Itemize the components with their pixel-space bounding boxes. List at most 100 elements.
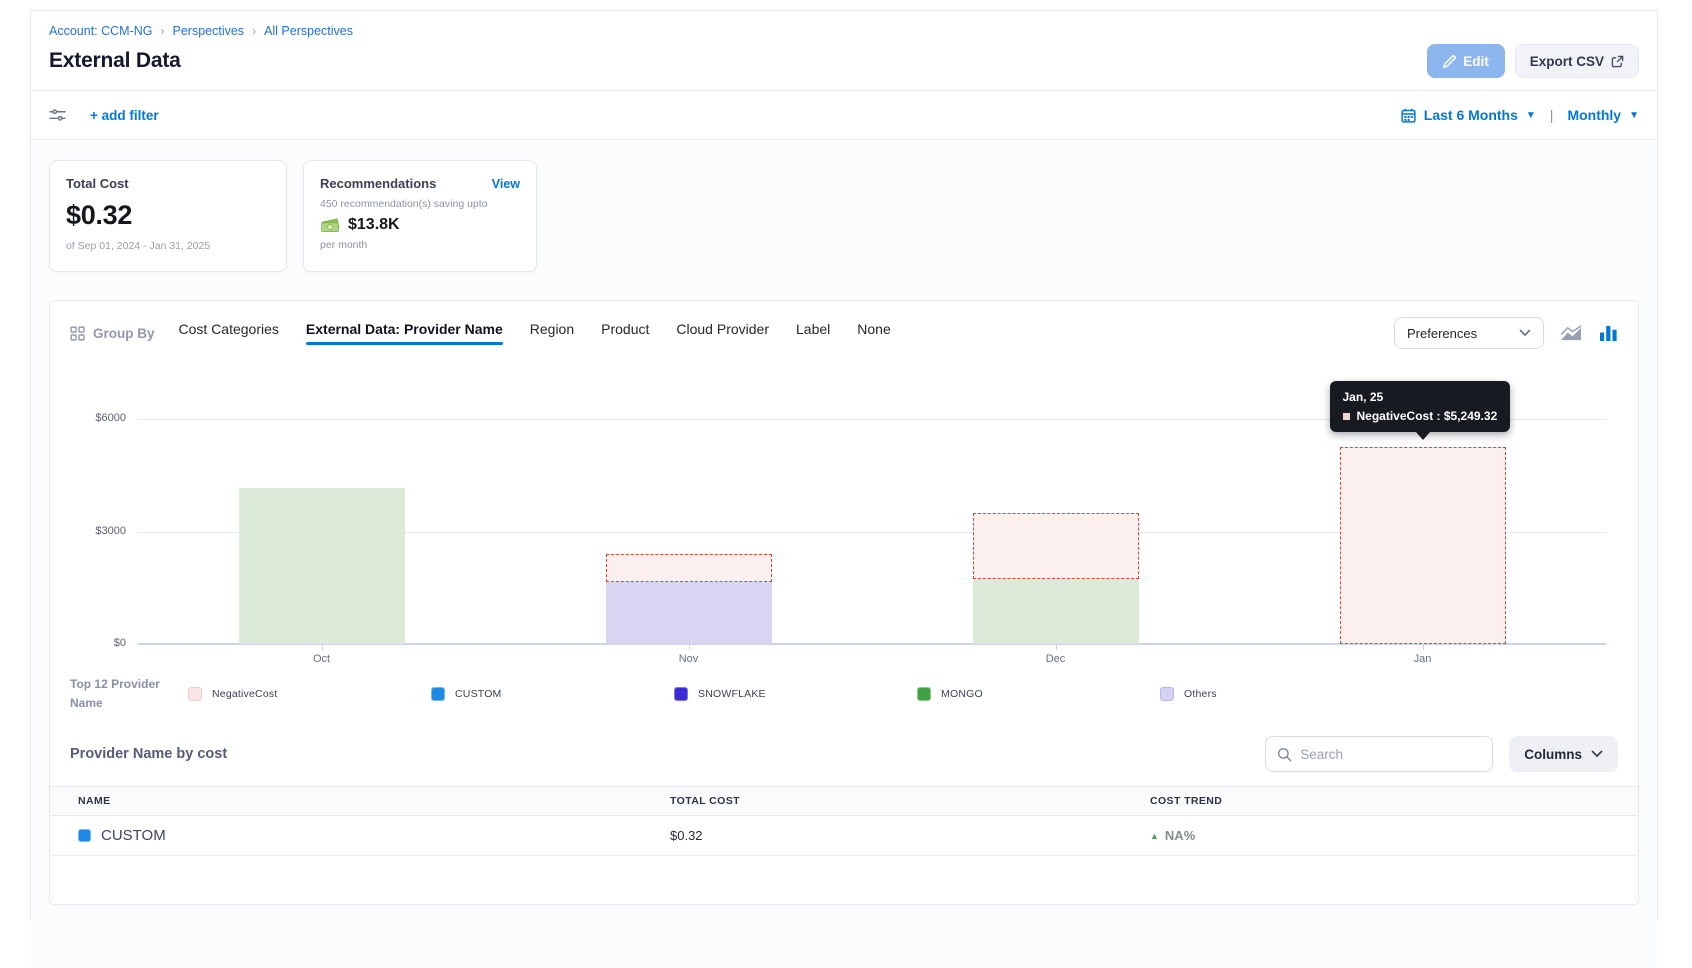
preferences-dropdown[interactable]: Preferences xyxy=(1394,317,1544,349)
legend-item-negativecost[interactable]: NegativeCost xyxy=(188,687,431,701)
x-axis-label-dec: Dec xyxy=(1046,653,1066,665)
add-filter-button[interactable]: + add filter xyxy=(90,108,159,123)
chevron-down-icon[interactable]: ▼ xyxy=(1526,110,1536,121)
table-toolbar: Provider Name by cost Columns xyxy=(70,736,1618,772)
edit-button-label: Edit xyxy=(1463,54,1489,69)
x-axis-tick xyxy=(322,645,323,650)
recommendations-savings: $13.8K xyxy=(348,216,400,234)
filter-bar: + add filter Last 6 Months ▼ | Monthly ▼ xyxy=(31,90,1657,140)
external-link-icon xyxy=(1611,55,1624,68)
x-axis-label-nov: Nov xyxy=(679,653,699,665)
tab-product[interactable]: Product xyxy=(601,321,649,345)
tab-none[interactable]: None xyxy=(857,321,890,345)
row-total-cost: $0.32 xyxy=(650,828,1130,843)
table-search[interactable] xyxy=(1265,736,1493,772)
export-csv-label: Export CSV xyxy=(1530,54,1604,69)
table-row-custom[interactable]: CUSTOM$0.32▲NA% xyxy=(50,816,1638,856)
time-range-dropdown[interactable]: Last 6 Months xyxy=(1424,107,1518,123)
preferences-label: Preferences xyxy=(1407,326,1477,341)
row-cost-trend: NA% xyxy=(1165,828,1195,843)
granularity-dropdown[interactable]: Monthly xyxy=(1567,107,1621,123)
pencil-icon xyxy=(1443,55,1456,68)
perspective-panel: Group By Cost Categories External Data: P… xyxy=(49,300,1639,905)
others-swatch-icon xyxy=(1160,687,1174,701)
total-cost-card: Total Cost $0.32 of Sep 01, 2024 - Jan 3… xyxy=(49,160,287,272)
search-input[interactable] xyxy=(1300,747,1481,762)
tab-external-data-provider-name[interactable]: External Data: Provider Name xyxy=(306,321,503,345)
tooltip-title: Jan, 25 xyxy=(1343,390,1498,404)
total-cost-label: Total Cost xyxy=(66,176,270,191)
bar-nov-others[interactable] xyxy=(606,582,772,644)
provider-cost-table: NAME TOTAL COST COST TREND CUSTOM$0.32▲N… xyxy=(50,786,1638,856)
page-header: Account: CCM-NG › Perspectives › All Per… xyxy=(31,11,1657,90)
legend-item-mongo[interactable]: MONGO xyxy=(917,687,1160,701)
export-csv-button[interactable]: Export CSV xyxy=(1515,44,1639,78)
area-chart-icon[interactable] xyxy=(1560,325,1583,342)
recommendations-per-month: per month xyxy=(320,239,520,251)
chart-plot-area: Jan, 25 NegativeCost : $5,249.32 OctNovD… xyxy=(138,365,1606,667)
breadcrumb-account[interactable]: Account: CCM-NG xyxy=(49,24,153,38)
recommendations-view-link[interactable]: View xyxy=(492,177,520,191)
chevron-down-icon xyxy=(1591,750,1603,758)
breadcrumb-perspectives[interactable]: Perspectives xyxy=(173,24,245,38)
legend-label: MONGO xyxy=(941,688,983,700)
tab-region[interactable]: Region xyxy=(530,321,574,345)
legend-label: CUSTOM xyxy=(455,688,502,700)
tab-label[interactable]: Label xyxy=(796,321,830,345)
snowflake-swatch-icon xyxy=(674,687,688,701)
chevron-right-icon: › xyxy=(252,24,256,38)
recommendations-summary: 450 recommendation(s) saving upto xyxy=(320,198,520,210)
x-axis-label-jan: Jan xyxy=(1414,653,1432,665)
bar-oct-mongo[interactable] xyxy=(239,488,405,644)
chevron-down-icon[interactable]: ▼ xyxy=(1629,110,1639,121)
negativecost-swatch-icon xyxy=(188,687,202,701)
filter-sliders-icon[interactable] xyxy=(49,108,66,123)
calendar-icon xyxy=(1401,108,1416,123)
legend-label: NegativeCost xyxy=(212,688,277,700)
tab-cost-categories[interactable]: Cost Categories xyxy=(179,321,279,345)
trend-up-icon: ▲ xyxy=(1150,831,1159,841)
legend-item-snowflake[interactable]: SNOWFLAKE xyxy=(674,687,917,701)
table-body: CUSTOM$0.32▲NA% xyxy=(50,816,1638,856)
mongo-swatch-icon xyxy=(917,687,931,701)
page-body: Total Cost $0.32 of Sep 01, 2024 - Jan 3… xyxy=(31,140,1657,968)
legend-item-others[interactable]: Others xyxy=(1160,687,1403,701)
y-axis-tick-6000: $6000 xyxy=(70,412,126,424)
tooltip-caret xyxy=(1416,432,1430,440)
group-by-row: Group By Cost Categories External Data: P… xyxy=(70,317,1618,349)
row-swatch-icon xyxy=(78,829,91,842)
edit-button[interactable]: Edit xyxy=(1427,44,1505,78)
bar-dec-mongo[interactable] xyxy=(973,579,1139,644)
header-cost-trend[interactable]: COST TREND xyxy=(1130,795,1638,807)
chevron-right-icon: › xyxy=(161,24,165,38)
money-icon xyxy=(320,218,341,233)
legend-item-custom[interactable]: CUSTOM xyxy=(431,687,674,701)
header-name[interactable]: NAME xyxy=(50,795,650,807)
total-cost-value: $0.32 xyxy=(66,200,270,231)
group-by-tabs: Cost Categories External Data: Provider N… xyxy=(179,321,891,345)
columns-button[interactable]: Columns xyxy=(1509,736,1618,772)
tooltip-value: NegativeCost : $5,249.32 xyxy=(1357,409,1498,423)
group-by-text: Group By xyxy=(93,326,155,341)
group-by-label: Group By xyxy=(70,326,155,341)
x-axis-tick xyxy=(1423,645,1424,650)
cost-bar-chart: $6000 $3000 $0 Jan, 25 NegativeCost : $5… xyxy=(70,365,1618,667)
breadcrumb-all-perspectives[interactable]: All Perspectives xyxy=(264,24,353,38)
x-axis-tick xyxy=(689,645,690,650)
recommendations-card: Recommendations View 450 recommendation(… xyxy=(303,160,537,272)
divider: | xyxy=(1550,107,1554,123)
bar-chart-icon[interactable] xyxy=(1599,325,1618,342)
chart-tooltip: Jan, 25 NegativeCost : $5,249.32 xyxy=(1330,381,1511,432)
bar-dec-negativecost[interactable] xyxy=(973,513,1139,579)
page-title: External Data xyxy=(49,49,181,73)
bar-nov-negativecost[interactable] xyxy=(606,554,772,582)
grid-icon xyxy=(70,326,85,341)
header-total-cost[interactable]: TOTAL COST xyxy=(650,795,1130,807)
breadcrumb: Account: CCM-NG › Perspectives › All Per… xyxy=(49,24,1639,38)
custom-swatch-icon xyxy=(431,687,445,701)
bar-jan-negativecost[interactable] xyxy=(1340,447,1506,644)
table-title: Provider Name by cost xyxy=(70,746,227,762)
legend-label: Others xyxy=(1184,688,1217,700)
search-icon xyxy=(1277,747,1292,762)
tab-cloud-provider[interactable]: Cloud Provider xyxy=(676,321,769,345)
